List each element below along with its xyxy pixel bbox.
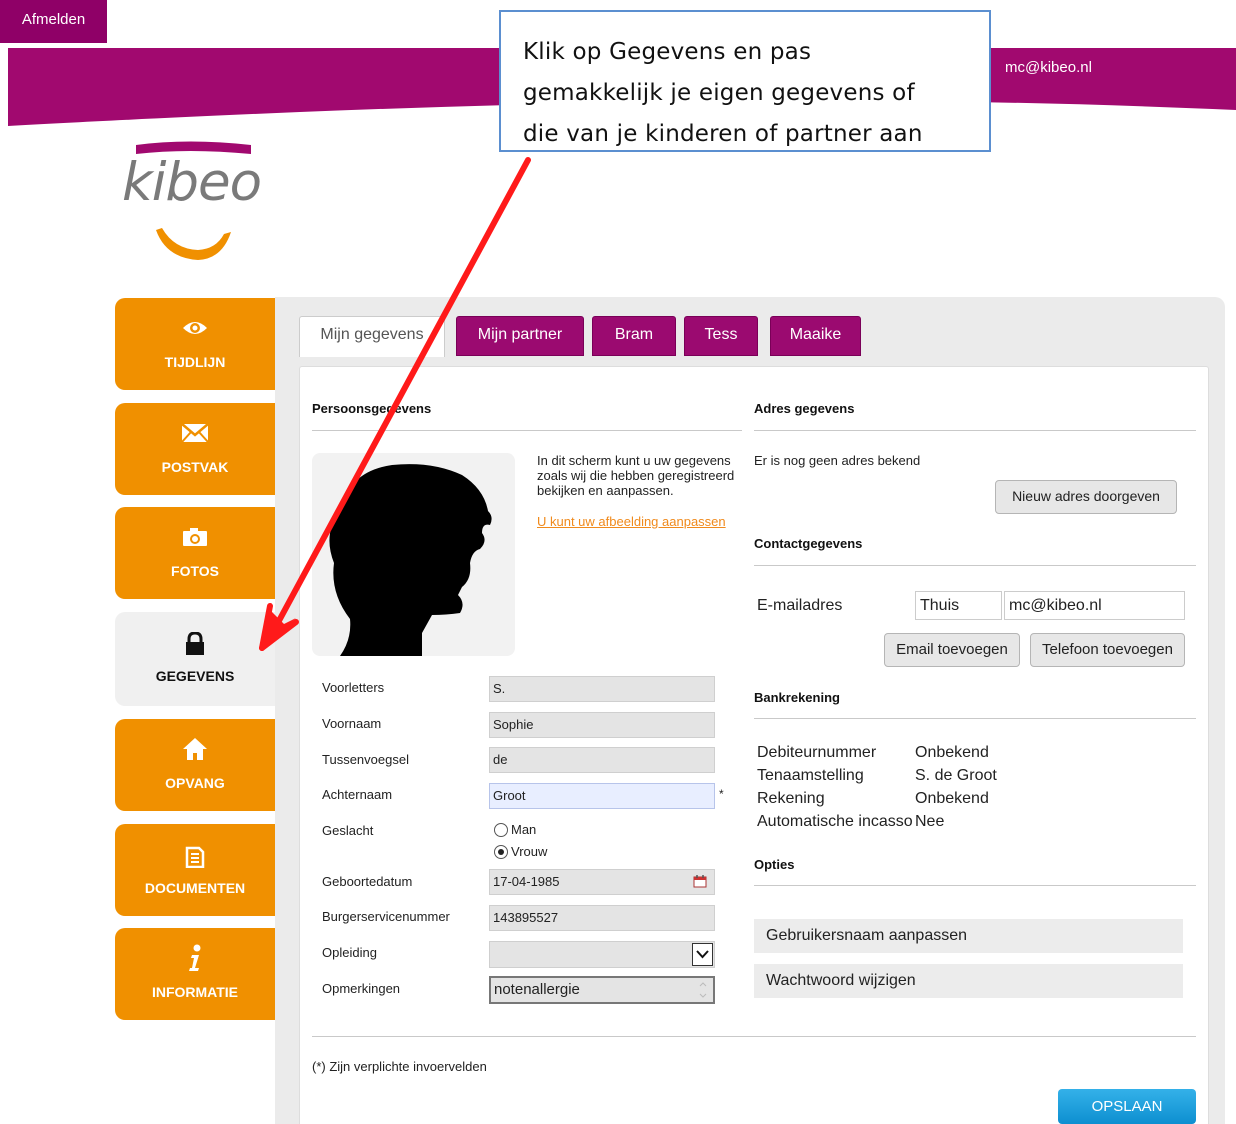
add-email-button[interactable]: Email toevoegen [884, 633, 1020, 667]
birthdate-label: Geboortedatum [322, 874, 413, 889]
tab-tess[interactable]: Tess [684, 316, 758, 356]
sidebar-item-tijdlijn[interactable]: TIJDLIJN [115, 298, 275, 390]
callout-line: Klik op Gegevens en pas [523, 39, 812, 65]
sidebar-item-postvak[interactable]: POSTVAK [115, 403, 275, 495]
divider [754, 430, 1196, 431]
sidebar-item-informatie[interactable]: INFORMATIE [115, 928, 275, 1020]
no-address-text: Er is nog geen adres bekend [754, 453, 921, 468]
bank-heading: Bankrekening [754, 690, 840, 705]
divider [312, 1036, 1196, 1037]
first-name-label: Voornaam [322, 716, 382, 731]
first-name-input[interactable]: Sophie [489, 712, 715, 738]
bank-row-value: S. de Groot [915, 767, 997, 784]
gender-vrouw-radio[interactable]: Vrouw [494, 844, 547, 859]
gender-option-label: Vrouw [511, 844, 548, 859]
callout-text: Klik op Gegevens en pas gemakkelijk je e… [523, 32, 969, 150]
sidebar-item-label: OPVANG [165, 775, 225, 791]
info-icon [115, 944, 275, 971]
sidebar-item-gegevens[interactable]: GEGEVENS [115, 612, 275, 706]
tab-mijn-partner[interactable]: Mijn partner [456, 316, 584, 356]
sidebar-item-label: FOTOS [171, 563, 219, 579]
callout-line: die van je kinderen of partner aan [523, 121, 923, 147]
profile-photo [312, 453, 515, 656]
new-address-button[interactable]: Nieuw adres doorgeven [995, 480, 1177, 514]
prefix-label: Tussenvoegsel [322, 752, 409, 767]
bank-row-label: Debiteurnummer [757, 744, 877, 761]
tab-maaike[interactable]: Maaike [770, 316, 861, 356]
bank-row-label: Tenaamstelling [757, 767, 864, 784]
bsn-label: Burgerservicenummer [322, 909, 450, 924]
bank-row-value: Nee [915, 813, 945, 830]
required-mark: * [719, 787, 724, 801]
lock-icon [115, 632, 275, 656]
eye-icon [115, 316, 275, 340]
education-label: Opleiding [322, 945, 377, 960]
divider [754, 565, 1196, 566]
sidebar-item-label: GEGEVENS [155, 668, 235, 684]
education-select[interactable] [489, 941, 715, 968]
chevron-down-icon[interactable] [692, 943, 713, 966]
bsn-input[interactable]: 143895527 [489, 905, 715, 931]
last-name-input[interactable]: Groot [489, 783, 715, 809]
silhouette-image [329, 464, 492, 656]
intro-text: In dit scherm kunt u uw gegevens zoals w… [537, 453, 735, 498]
email-input[interactable]: mc@kibeo.nl [1004, 591, 1185, 620]
last-name-label: Achternaam [322, 787, 393, 802]
user-email[interactable]: mc@kibeo.nl [1005, 59, 1092, 76]
email-label: E-mailadres [757, 597, 843, 614]
remarks-label: Opmerkingen [322, 981, 401, 996]
sidebar-item-label: INFORMATIE [151, 984, 239, 1000]
remarks-textarea[interactable]: notenallergie [489, 976, 715, 1004]
bank-row-value: Onbekend [915, 790, 989, 807]
sidebar-item-opvang[interactable]: OPVANG [115, 719, 275, 811]
divider [754, 718, 1196, 719]
kibeo-logo[interactable]: kibeo [118, 138, 268, 268]
edit-photo-link[interactable]: U kunt uw afbeelding aanpassen [537, 514, 726, 529]
contact-heading: Contactgegevens [754, 536, 863, 551]
address-heading: Adres gegevens [754, 401, 855, 416]
divider [312, 430, 742, 431]
bank-row-label: Automatische incasso [757, 813, 913, 830]
bank-row-label: Rekening [757, 790, 825, 807]
tab-bram[interactable]: Bram [592, 316, 676, 356]
sidebar-item-label: TIJDLIJN [164, 354, 226, 370]
camera-icon [115, 525, 275, 549]
birthdate-input[interactable]: 17-04-1985 [489, 869, 715, 895]
required-note: (*) Zijn verplichte invoervelden [312, 1059, 487, 1074]
radio-unchecked-icon [494, 822, 508, 837]
sidebar-item-fotos[interactable]: FOTOS [115, 507, 275, 599]
callout-line: gemakkelijk je eigen gegevens of [523, 80, 915, 106]
add-phone-button[interactable]: Telefoon toevoegen [1030, 633, 1185, 667]
sidebar-item-documenten[interactable]: DOCUMENTEN [115, 824, 275, 916]
logo-text: kibeo [122, 152, 262, 213]
divider [754, 885, 1196, 886]
change-password-option[interactable]: Wachtwoord wijzigen [754, 964, 1183, 998]
change-username-option[interactable]: Gebruikersnaam aanpassen [754, 919, 1183, 953]
save-button[interactable]: OPSLAAN [1058, 1089, 1196, 1124]
initials-label: Voorletters [322, 680, 385, 695]
gender-man-radio[interactable]: Man [494, 822, 536, 837]
radio-checked-icon [494, 844, 508, 859]
envelope-icon [115, 421, 275, 445]
tab-mijn-gegevens[interactable]: Mijn gegevens [299, 316, 445, 357]
sidebar-item-label: POSTVAK [161, 459, 229, 475]
gender-option-label: Man [511, 822, 537, 837]
birthdate-value: 17-04-1985 [493, 874, 560, 889]
document-icon [115, 844, 275, 868]
calendar-icon[interactable] [693, 874, 707, 891]
initials-input[interactable]: S. [489, 676, 715, 702]
prefix-input[interactable]: de [489, 747, 715, 773]
bank-row-value: Onbekend [915, 744, 989, 761]
instruction-callout: Klik op Gegevens en pas gemakkelijk je e… [499, 10, 991, 152]
personal-heading: Persoonsgegevens [312, 401, 432, 416]
home-icon [115, 737, 275, 761]
email-type-field[interactable]: Thuis [915, 591, 1002, 620]
spinner-icon[interactable] [696, 979, 710, 1001]
gender-label: Geslacht [322, 823, 374, 838]
sidebar-item-label: DOCUMENTEN [144, 880, 246, 896]
options-heading: Opties [754, 857, 795, 872]
